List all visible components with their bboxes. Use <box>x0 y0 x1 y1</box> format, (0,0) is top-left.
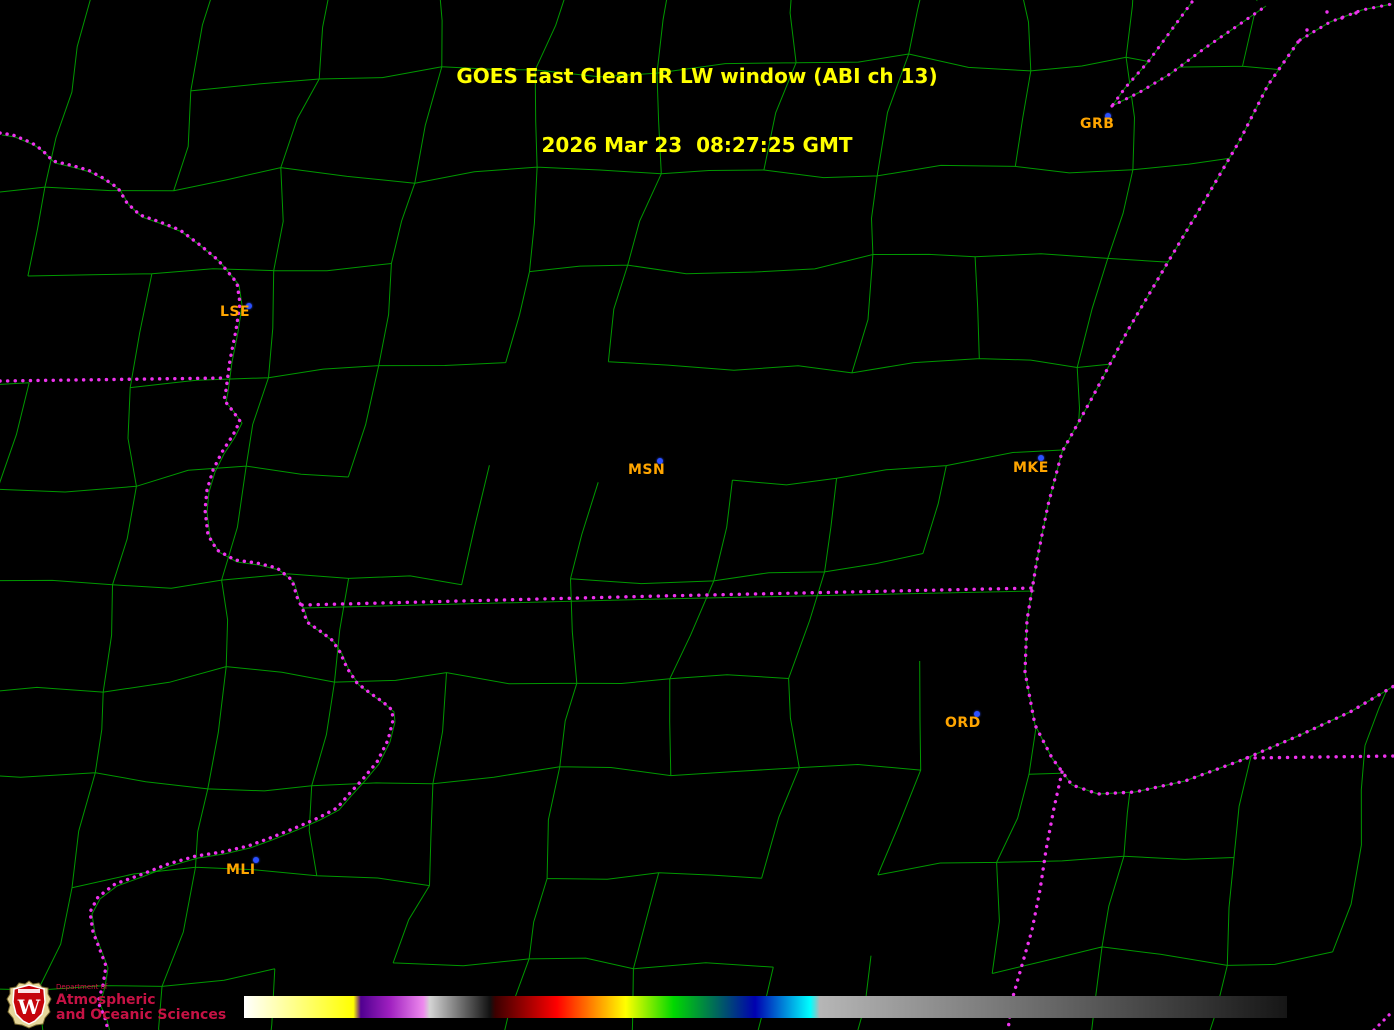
station-label-msn: MSN <box>628 462 666 478</box>
satellite-map-canvas <box>0 0 1394 1030</box>
logo-name-line1: Atmospheric <box>56 992 156 1008</box>
aos-logo: W Department of Atmospheric and Oceanic … <box>6 980 236 1030</box>
station-label-mke: MKE <box>1013 460 1049 476</box>
uw-crest-icon: W <box>6 980 52 1029</box>
station-label-ord: ORD <box>945 715 981 731</box>
temperature-colorbar <box>244 996 1287 1018</box>
station-label-lse: LSE <box>220 304 251 320</box>
svg-text:W: W <box>17 995 41 1019</box>
station-label-grb: GRB <box>1080 116 1115 132</box>
logo-name-line2: and Oceanic Sciences <box>56 1007 227 1023</box>
satellite-viewer: { "header": { "title_line1": "GOES East … <box>0 0 1394 1030</box>
station-label-mli: MLI <box>226 862 256 878</box>
logo-department-label: Department of <box>56 983 108 991</box>
